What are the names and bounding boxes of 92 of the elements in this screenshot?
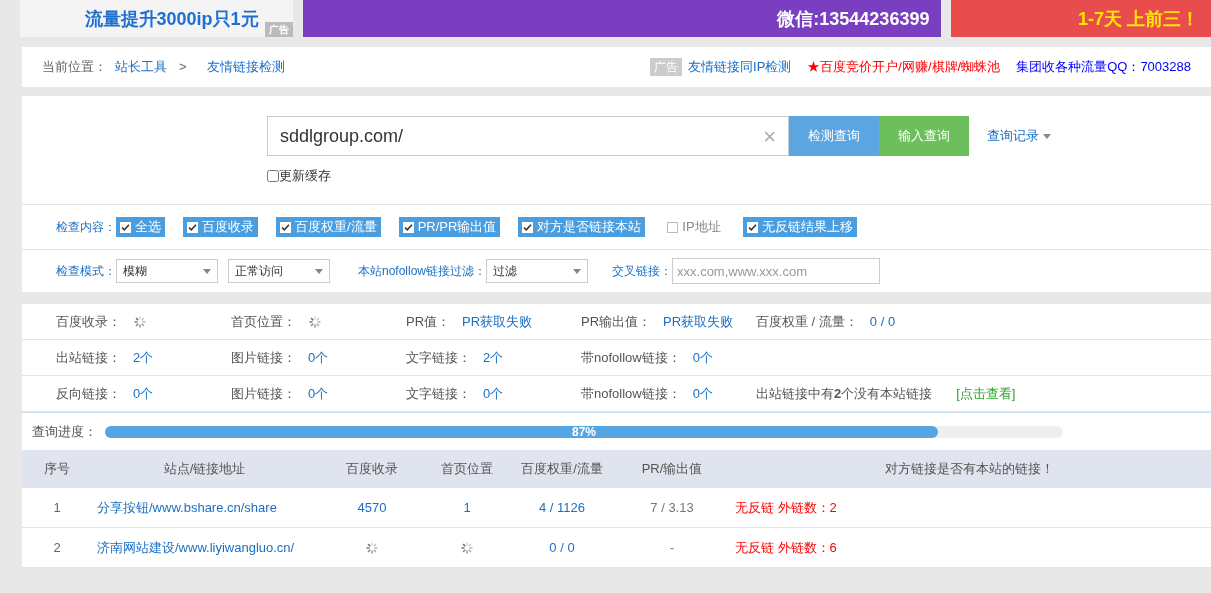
stat-value: 0个 (308, 384, 329, 403)
ad-banner[interactable]: 1-7天 上前三！ (951, 0, 1211, 37)
table-cell-text: 1 (463, 498, 471, 517)
option-checkbox[interactable]: 无反链结果上移 (742, 217, 857, 237)
query-button[interactable]: 检测查询 (789, 116, 879, 156)
table-cell-text: 2 (52, 538, 62, 557)
column-header: 对方链接是否有本站的链接！ (883, 460, 1055, 479)
breadcrumb-link[interactable]: 站长工具 (115, 57, 167, 77)
breadcrumb-separator: > (179, 58, 187, 77)
column-header: 百度权重/流量 (520, 460, 604, 479)
stat-value: 2个 (483, 348, 504, 367)
table-cell-text: 1 (52, 498, 62, 517)
dropdown-select[interactable]: 过滤 (486, 259, 589, 283)
stat-value: 0个 (308, 348, 329, 367)
stat-label: PR输出值： (581, 312, 652, 331)
table-cell-text: 无反链 外链数：2 (734, 498, 838, 517)
option-checkbox[interactable]: 百度权重/流量 (276, 217, 381, 237)
stat-label: 带nofollow链接： (581, 348, 681, 367)
option-checkbox[interactable]: PR/PR输出值 (398, 217, 501, 237)
site-link[interactable]: 分享按钮/www.bshare.cn/share (92, 497, 317, 518)
top-link[interactable]: 友情链接同IP检测 (688, 57, 792, 77)
note-text: 出站链接中有2个没有本站链接 (756, 384, 933, 403)
stat-label: 图片链接： (231, 384, 296, 403)
progress-label: 查询进度： (32, 422, 97, 441)
check-icon (121, 222, 130, 232)
caret-icon (1043, 133, 1051, 139)
check-icon (747, 222, 757, 232)
stat-label: 文字链接： (406, 384, 471, 403)
stat-value: 0个 (483, 384, 504, 403)
dropdown-select[interactable]: 模糊 (116, 259, 218, 283)
ad-banner[interactable]: 流量提升3000ip只1元 广告 (20, 0, 293, 37)
progress-text: 87% (571, 425, 597, 438)
nofollow-label: 本站nofollow链接过滤： (358, 263, 487, 280)
option-checkbox[interactable]: 全选 (116, 217, 165, 237)
stat-value: PR获取失败 (663, 312, 734, 331)
view-link[interactable]: [点击查看] (956, 383, 1016, 404)
stat-label: 文字链接： (406, 348, 471, 367)
site-link[interactable]: 济南网站建设/www.liyiwangluo.cn/ (92, 537, 317, 558)
column-header: 序号 (43, 460, 71, 479)
caret-icon (573, 268, 582, 274)
stat-label: 反向链接： (56, 384, 121, 403)
stat-value: 0 / 0 (869, 312, 896, 331)
ad-tag: 广告 (264, 22, 293, 37)
check-icon (403, 222, 413, 232)
option-label: 检查内容： (56, 219, 116, 236)
checkbox-label: 更新缓存 (279, 167, 331, 185)
table-cell-text: 无反链 外链数：6 (734, 538, 838, 557)
stat-value: 0个 (692, 348, 713, 367)
stat-value: 0个 (692, 384, 713, 403)
stat-label: 百度收录： (56, 312, 121, 331)
clear-button[interactable]: × (763, 119, 776, 153)
caret-icon (203, 268, 211, 274)
cross-link-label: 交叉链接： (612, 263, 673, 280)
table-cell-text: - (668, 538, 676, 557)
column-header: 百度收录 (345, 460, 399, 479)
top-link[interactable]: 集团收各种流量QQ：7003288 (1016, 57, 1191, 77)
stat-value: 2个 (133, 348, 154, 367)
checkbox[interactable] (267, 169, 279, 182)
search-field[interactable]: sddlgroup.com/ × (267, 116, 789, 156)
check-icon (523, 222, 533, 232)
check-icon (281, 222, 290, 232)
table-cell-text: 4 / 1126 (538, 498, 586, 517)
stat-label: 带nofollow链接： (581, 384, 681, 403)
table-cell-text: 7 / 3.13 (649, 498, 695, 517)
cross-link-field[interactable]: xxx.com,www.xxx.com (672, 258, 881, 284)
ad-banner[interactable]: 微信:13544236399 (302, 0, 942, 37)
column-header: 首页位置 (440, 460, 494, 479)
mode-label: 检查模式： (56, 263, 116, 280)
stat-label: 图片链接： (231, 348, 296, 367)
column-header: 站点/链接地址 (162, 460, 247, 479)
option-checkbox[interactable]: IP地址 (663, 217, 725, 237)
breadcrumb-link[interactable]: 友情链接检测 (206, 57, 285, 77)
stat-value: PR获取失败 (462, 312, 533, 331)
caret-icon (315, 268, 323, 274)
option-checkbox[interactable]: 百度收录 (183, 217, 258, 237)
loading-spinner-icon (133, 314, 147, 329)
check-icon (188, 222, 197, 232)
table-cell-text: 0 / 0 (548, 538, 576, 557)
table-cell-text: 4570 (357, 498, 387, 517)
history-dropdown[interactable]: 查询记录 (987, 126, 1051, 146)
top-link[interactable]: ★百度竞价开户/网赚/棋牌/蜘蛛池 (807, 57, 1001, 77)
option-checkbox[interactable]: 对方是否链接本站 (518, 217, 646, 237)
dropdown-select[interactable]: 正常访问 (228, 259, 330, 283)
loading-spinner-icon (308, 314, 322, 329)
query-button[interactable]: 输入查询 (879, 116, 969, 156)
stat-label: 出站链接： (56, 348, 121, 367)
breadcrumb-label: 当前位置： (42, 58, 107, 77)
stat-label: 首页位置： (231, 312, 296, 331)
stat-label: PR值： (406, 312, 451, 331)
stat-value: 0个 (133, 384, 154, 403)
stat-label: 百度权重 / 流量： (756, 312, 858, 331)
column-header: PR/输出值 (640, 460, 704, 479)
